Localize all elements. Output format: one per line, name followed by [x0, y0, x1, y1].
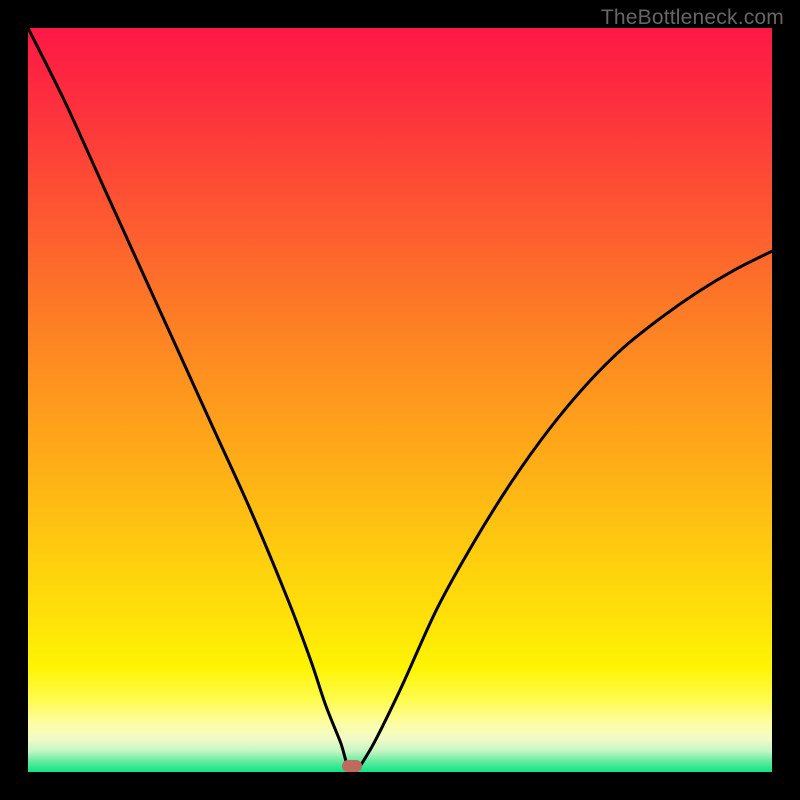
optimal-point-marker	[342, 760, 362, 772]
plot-area	[28, 28, 772, 772]
watermark-text: TheBottleneck.com	[601, 6, 784, 30]
bottleneck-curve	[28, 28, 772, 772]
chart-frame: TheBottleneck.com	[0, 0, 800, 800]
